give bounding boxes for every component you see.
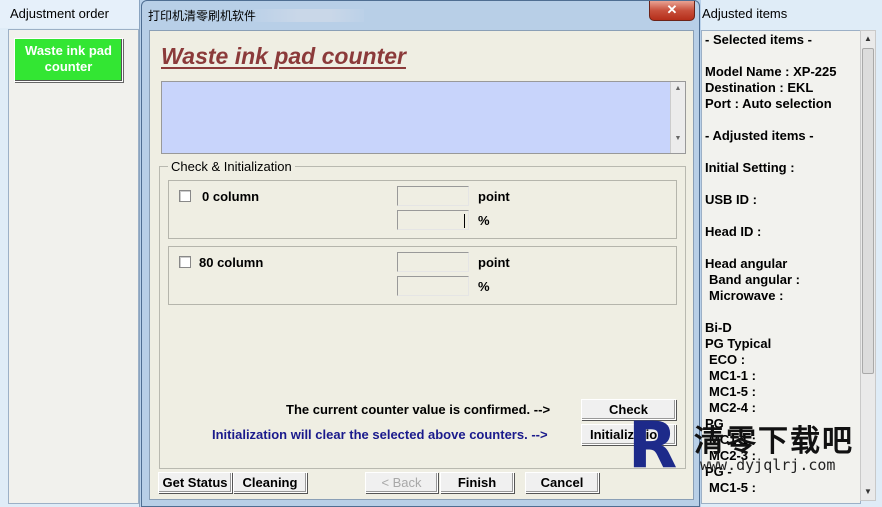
adjusted-item-line: PG Typical (705, 336, 772, 351)
text-caret (464, 214, 465, 228)
message-area: ▲ ▼ (161, 81, 686, 154)
cleaning-button[interactable]: Cleaning (233, 472, 307, 493)
column-0-checkbox[interactable] (179, 190, 191, 202)
column-80-box: 80 column point % (168, 246, 677, 305)
initialization-text: Initialization will clear the selected a… (212, 427, 548, 442)
adjusted-item-line: Destination : EKL (705, 80, 814, 95)
column-0-point-field (397, 186, 469, 206)
group-label: Check & Initialization (168, 159, 295, 174)
column-0-box: 0 column point % (168, 180, 677, 239)
finish-button[interactable]: Finish (440, 472, 514, 493)
watermark-site-name: 清零下载吧 (694, 425, 854, 458)
column-0-percent-unit: % (478, 213, 490, 228)
watermark-url: www.dyjqlrj.com (700, 456, 836, 474)
adjusted-item-line: MC1-1 : (709, 368, 756, 383)
scroll-up-icon[interactable]: ▲ (861, 31, 875, 47)
column-80-label: 80 column (199, 255, 264, 270)
scroll-thumb[interactable] (862, 48, 874, 374)
scroll-down-icon[interactable]: ▼ (671, 135, 685, 142)
scroll-down-icon[interactable]: ▼ (861, 484, 875, 500)
cancel-button[interactable]: Cancel (525, 472, 599, 493)
adjustment-item-waste-ink-pad-counter[interactable]: Waste ink pad counter (14, 38, 123, 82)
title-redaction (254, 9, 364, 22)
adjusted-item-line: Initial Setting : (705, 160, 795, 175)
column-80-percent-unit: % (478, 279, 490, 294)
adjusted-item-line: USB ID : (705, 192, 757, 207)
watermark-logo-icon: R (628, 409, 677, 483)
adjustment-order-list: Waste ink pad counter (8, 29, 139, 504)
adjusted-item-line: Head angular (705, 256, 788, 271)
get-status-button[interactable]: Get Status (158, 472, 232, 493)
back-button[interactable]: < Back (365, 472, 438, 493)
adjustment-order-pane: Adjustment order Waste ink pad counter (0, 0, 140, 507)
column-0-point-unit: point (478, 189, 510, 204)
dialog-title: 打印机清零刷机软件 (148, 9, 257, 23)
adjusted-item-line: Band angular : (709, 272, 801, 287)
adjusted-item-line: Bi-D (705, 320, 732, 335)
column-0-label: 0 column (202, 189, 260, 204)
dialog-client-area: Waste ink pad counter ▲ ▼ Check & Initia… (149, 30, 694, 500)
message-scrollbar[interactable]: ▲ ▼ (670, 82, 685, 153)
waste-ink-dialog: 打印机清零刷机软件 ✕ Waste ink pad counter ▲ ▼ Ch… (141, 0, 700, 507)
adjustment-order-header: Adjustment order (0, 0, 139, 28)
adjusted-item-line: MC1-5 : (709, 384, 756, 399)
confirm-text: The current counter value is confirmed. … (286, 402, 551, 417)
adjusted-item-line: ECO : (709, 352, 746, 367)
adjusted-item-line: MC1-5 : (709, 480, 756, 495)
column-0-percent-field (397, 210, 469, 230)
scroll-up-icon[interactable]: ▲ (671, 85, 685, 92)
dialog-title-bar[interactable]: 打印机清零刷机软件 (142, 1, 699, 30)
close-button[interactable]: ✕ (649, 1, 695, 21)
adjusted-item-line: Microwave : (709, 288, 784, 303)
column-80-percent-field (397, 276, 469, 296)
adjusted-item-line: Model Name : XP-225 (705, 64, 837, 79)
adjusted-item-line: MC2-4 : (709, 400, 756, 415)
adjusted-item-line: - Selected items - (705, 32, 812, 47)
adjusted-item-line: Port : Auto selection (705, 96, 832, 111)
column-80-checkbox[interactable] (179, 256, 191, 268)
adjusted-item-line: - Adjusted items - (705, 128, 814, 143)
close-icon: ✕ (666, 2, 678, 17)
page-title: Waste ink pad counter (161, 43, 406, 69)
column-80-point-unit: point (478, 255, 510, 270)
site-watermark: R 清零下载吧 www.dyjqlrj.com (628, 414, 868, 480)
adjusted-item-line: Head ID : (705, 224, 762, 239)
adjusted-items-header: Adjusted items (702, 6, 788, 21)
column-80-point-field (397, 252, 469, 272)
